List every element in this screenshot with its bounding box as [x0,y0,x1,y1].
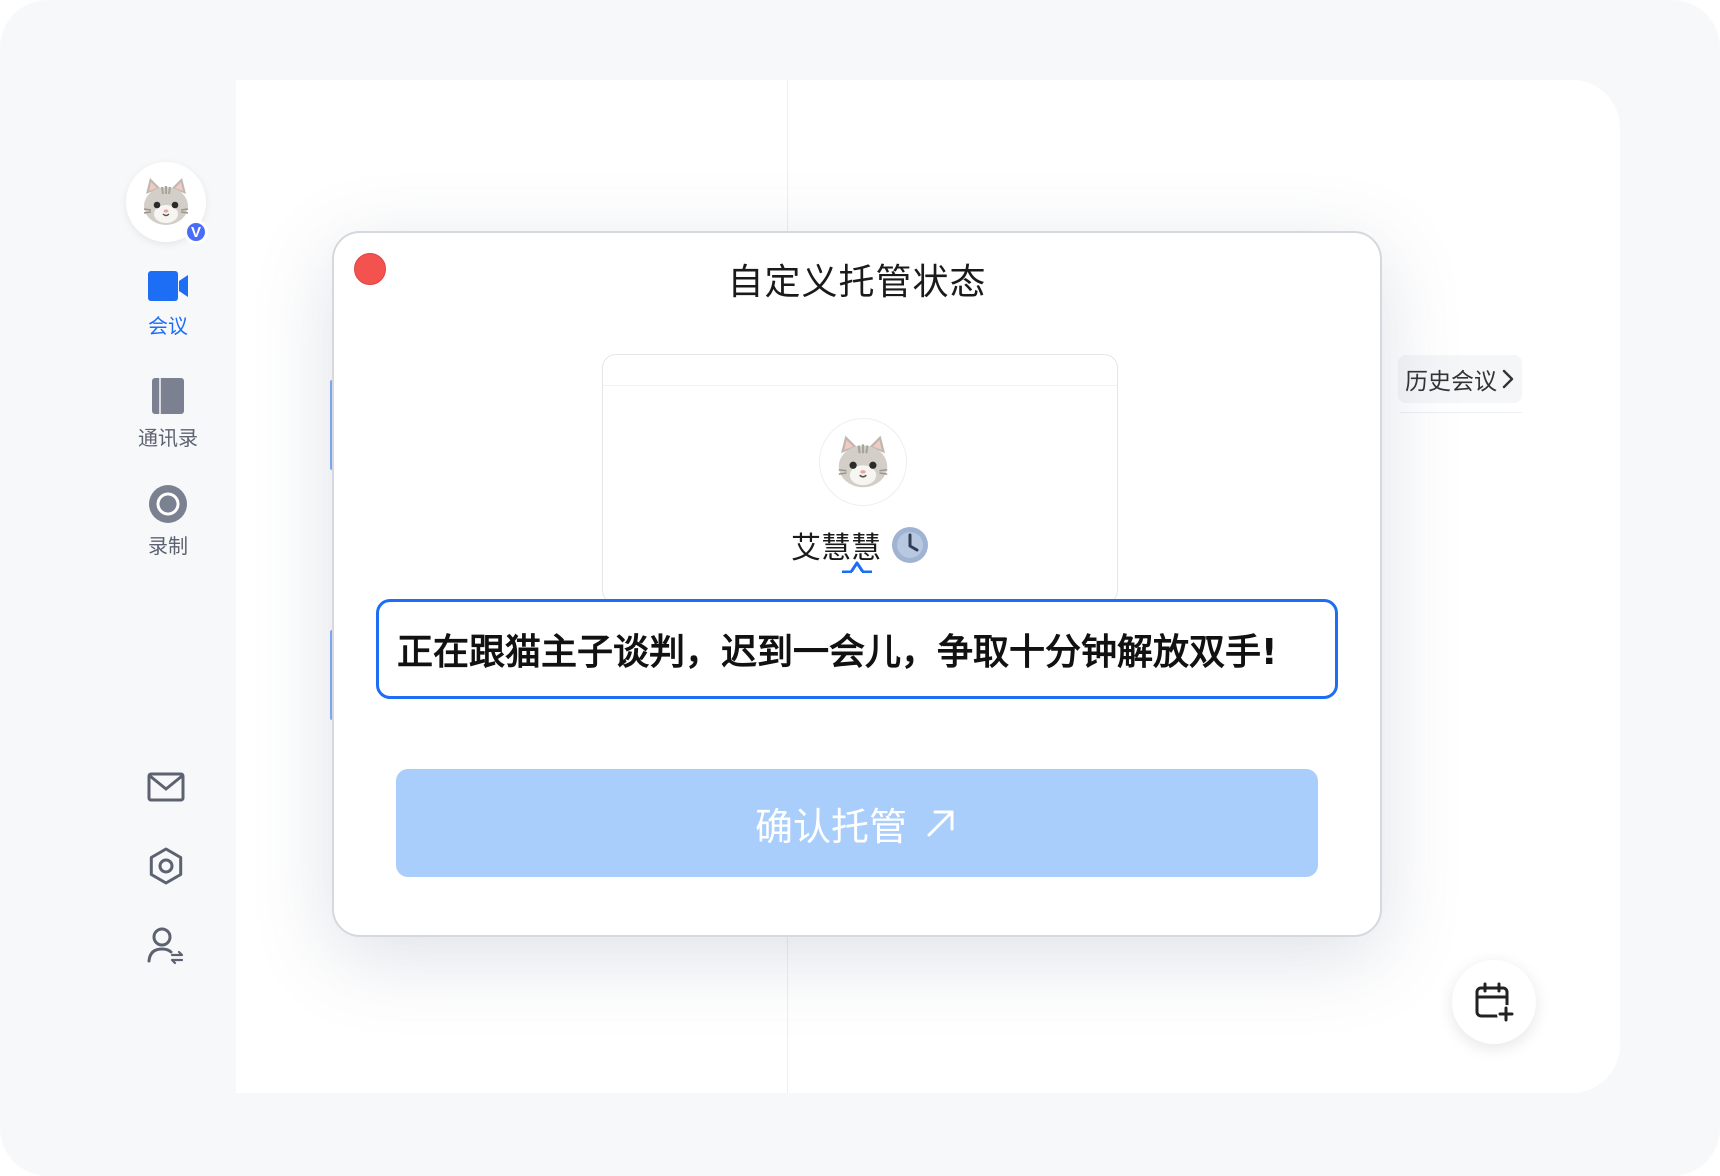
confirm-delegate-button[interactable]: 确认托管 [396,769,1318,877]
divider [603,385,1117,386]
avatar [819,418,907,506]
verified-badge: V [184,220,208,244]
schedule-meeting-button[interactable] [1452,960,1536,1044]
mail-icon[interactable] [146,767,186,807]
custom-status-dialog: 自定义托管状态 艾慧慧 正在跟猫主子谈判，迟到一会儿，争取十分钟解放双手! 确认… [332,231,1382,937]
confirm-delegate-label: 确认托管 [754,804,907,849]
sidebar: V 会议 通讯录 录制 [100,80,236,1093]
avatar[interactable]: V [126,162,208,244]
video-camera-icon [148,271,188,301]
sidebar-item-label: 录制 [148,534,188,558]
status-input[interactable]: 正在跟猫主子谈判，迟到一会儿，争取十分钟解放双手! [376,599,1338,699]
sidebar-item-meetings[interactable]: 会议 [100,268,236,339]
sidebar-item-label: 会议 [148,314,188,338]
sidebar-item-recording[interactable]: 录制 [100,484,236,559]
calendar-add-icon [1475,982,1515,1023]
history-meetings-label: 历史会议 [1405,369,1497,395]
tooltip-pointer [842,561,872,573]
record-icon [149,485,187,523]
cat-avatar-icon [838,435,888,488]
history-meetings-button[interactable]: 历史会议 [1398,355,1522,403]
clock-icon [892,527,928,563]
address-book-icon [152,378,184,414]
sidebar-item-label: 通讯录 [138,426,198,450]
divider [1400,412,1522,413]
status-text: 正在跟猫主子谈判，迟到一会儿，争取十分钟解放双手! [397,632,1278,673]
switch-account-icon[interactable] [146,925,186,965]
dialog-title: 自定义托管状态 [727,262,987,303]
sidebar-item-contacts[interactable]: 通讯录 [100,376,236,451]
arrow-up-right-icon [927,810,954,837]
gear-icon[interactable] [146,846,186,886]
chevron-right-icon [1502,369,1514,389]
